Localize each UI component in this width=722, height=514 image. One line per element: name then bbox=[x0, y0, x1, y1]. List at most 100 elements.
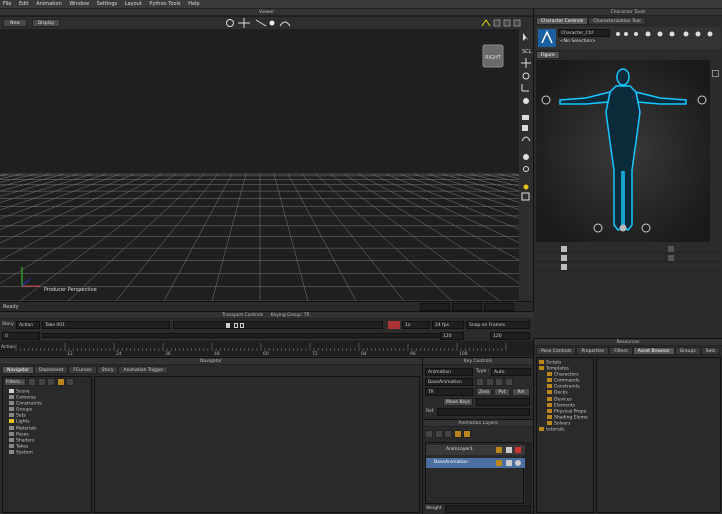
menu-file[interactable]: File bbox=[0, 0, 14, 8]
frame-tool-icon[interactable] bbox=[521, 192, 530, 201]
property-checkbox-1[interactable] bbox=[561, 246, 567, 252]
arc-tool-icon[interactable] bbox=[279, 21, 291, 27]
layer-solo-icon[interactable] bbox=[496, 460, 502, 466]
play-button-2[interactable] bbox=[240, 323, 244, 328]
pvt-button[interactable]: Pvt bbox=[494, 388, 510, 396]
loop-icon[interactable] bbox=[388, 321, 400, 329]
folder-icon[interactable] bbox=[56, 378, 65, 386]
view-toggle-icon-3[interactable] bbox=[513, 19, 521, 27]
tree-item-system[interactable]: System bbox=[9, 449, 93, 456]
left-hand-ctrl-icon[interactable] bbox=[541, 95, 551, 105]
play-button-1[interactable] bbox=[234, 323, 238, 328]
scale-tool-icon[interactable] bbox=[255, 19, 267, 27]
layer-folder-icon-1[interactable] bbox=[453, 430, 462, 438]
speed-dropdown[interactable]: 1x bbox=[402, 321, 430, 329]
character-logo-icon[interactable] bbox=[538, 29, 556, 47]
take-dropdown[interactable]: Take 001 bbox=[42, 321, 170, 329]
view-cube-icon[interactable]: RIGHT bbox=[482, 44, 504, 68]
animation-dropdown[interactable]: Animation bbox=[425, 368, 473, 376]
view-toggle-icon-1[interactable] bbox=[493, 19, 501, 27]
layer-folder-icon-2[interactable] bbox=[463, 430, 472, 438]
menu-animation[interactable]: Animation bbox=[33, 0, 65, 8]
tr-dropdown[interactable]: TR bbox=[425, 388, 473, 396]
menu-help[interactable]: Help bbox=[185, 0, 202, 8]
tab-fcurves[interactable]: FCurves bbox=[68, 366, 97, 374]
start-frame-field[interactable]: 0 bbox=[2, 332, 40, 340]
coord-field-2[interactable] bbox=[452, 303, 482, 311]
zero-button[interactable]: Zero bbox=[476, 388, 492, 396]
key-icon-3[interactable] bbox=[634, 32, 638, 36]
curve-view-icon[interactable] bbox=[481, 19, 491, 27]
rel-button[interactable]: Rel bbox=[512, 388, 530, 396]
range-bar[interactable] bbox=[42, 333, 462, 338]
viewport-grid[interactable]: RIGHT bbox=[0, 29, 520, 301]
key-icon-1[interactable] bbox=[616, 32, 620, 36]
tab-dopesheet[interactable]: Dopesheet bbox=[34, 366, 69, 374]
layer-mute-icon[interactable] bbox=[515, 460, 521, 466]
figure-view[interactable] bbox=[536, 60, 710, 242]
list-view-icon[interactable] bbox=[28, 378, 36, 386]
camera-tool-icon[interactable] bbox=[522, 115, 529, 120]
body-part-icon-5[interactable] bbox=[695, 31, 701, 37]
tree-view-icon[interactable] bbox=[37, 378, 46, 386]
end-frame-field[interactable]: 120 bbox=[440, 332, 464, 340]
prev-key-icon[interactable] bbox=[476, 378, 484, 386]
property-checkbox-4[interactable] bbox=[668, 246, 674, 252]
story-label[interactable]: Story bbox=[2, 322, 14, 327]
type-dropdown[interactable]: Auto bbox=[491, 368, 531, 376]
right-foot-ctrl-icon[interactable] bbox=[641, 223, 651, 233]
scale-icon[interactable] bbox=[521, 84, 529, 92]
layer-lock-icon[interactable] bbox=[506, 460, 512, 466]
character-figure[interactable] bbox=[536, 60, 710, 242]
curve-tool-icon[interactable] bbox=[521, 136, 531, 142]
rotate-icon[interactable] bbox=[522, 72, 530, 80]
delete-key-icon[interactable] bbox=[504, 378, 513, 386]
menu-layout[interactable]: Layout bbox=[122, 0, 145, 8]
tab-properties[interactable]: Properties bbox=[576, 347, 610, 355]
end-frame-field-2[interactable]: 120 bbox=[490, 332, 530, 340]
tab-characterization-tool[interactable]: Characterization Tool bbox=[588, 17, 646, 25]
settings-icon[interactable] bbox=[66, 378, 75, 386]
hips-ctrl-icon[interactable] bbox=[619, 224, 627, 232]
tab-asset-browser[interactable]: Asset Browser bbox=[632, 347, 675, 355]
layer-solo-icon[interactable] bbox=[496, 447, 502, 453]
object-tool-icon[interactable] bbox=[522, 125, 528, 131]
tab-pose-controls[interactable]: Pose Controls bbox=[536, 347, 577, 355]
body-part-icon-6[interactable] bbox=[707, 31, 713, 37]
coord-field-1[interactable] bbox=[420, 303, 450, 311]
view-toggle-icon-2[interactable] bbox=[503, 19, 511, 27]
base-animation-dropdown[interactable]: BaseAnimation bbox=[425, 378, 473, 386]
key-icon-2[interactable] bbox=[624, 32, 628, 36]
tab-character-controls[interactable]: Character Controls bbox=[536, 17, 589, 25]
tab-animation-trigger[interactable]: Animation Trigger bbox=[118, 366, 169, 374]
tab-story[interactable]: Story bbox=[96, 366, 119, 374]
layer-scrollbar[interactable] bbox=[525, 442, 532, 504]
layer-lock-icon[interactable] bbox=[506, 447, 512, 453]
translate-icon[interactable] bbox=[521, 58, 531, 68]
snap-dropdown[interactable]: Snap on Frames bbox=[466, 321, 530, 329]
tab-groups[interactable]: Groups bbox=[674, 347, 701, 355]
add-layer-icon[interactable] bbox=[425, 430, 433, 438]
menu-python-tools[interactable]: Python Tools bbox=[146, 0, 183, 8]
ref-field[interactable] bbox=[437, 408, 530, 416]
sphere-tool-icon[interactable] bbox=[523, 154, 529, 160]
move-keys-field[interactable] bbox=[476, 398, 530, 406]
tab-navigator[interactable]: Navigator bbox=[2, 366, 35, 374]
tab-filters[interactable]: Filters bbox=[609, 347, 633, 355]
layer-options-icon[interactable] bbox=[444, 430, 453, 438]
key-icon[interactable] bbox=[485, 378, 494, 386]
property-checkbox-2[interactable] bbox=[561, 255, 567, 261]
snap-tool-icon[interactable]: SCL bbox=[522, 49, 532, 55]
coord-field-3[interactable] bbox=[484, 303, 514, 311]
rotate-tool-icon[interactable] bbox=[226, 19, 234, 27]
next-key-icon[interactable] bbox=[495, 378, 504, 386]
record-indicator[interactable] bbox=[226, 323, 230, 328]
layer-mute-icon[interactable] bbox=[515, 447, 521, 453]
timeline[interactable]: Action 12 24 36 48 60 72 84 96 108 bbox=[0, 341, 533, 356]
tab-sets[interactable]: Sets bbox=[700, 347, 721, 355]
pivot-tool-icon[interactable] bbox=[269, 20, 275, 26]
expand-icon[interactable] bbox=[712, 70, 719, 77]
action-dropdown[interactable]: Action bbox=[16, 321, 40, 329]
layer-row-baseanimation[interactable]: BaseAnimation bbox=[426, 458, 525, 468]
translate-tool-icon[interactable] bbox=[238, 18, 250, 28]
